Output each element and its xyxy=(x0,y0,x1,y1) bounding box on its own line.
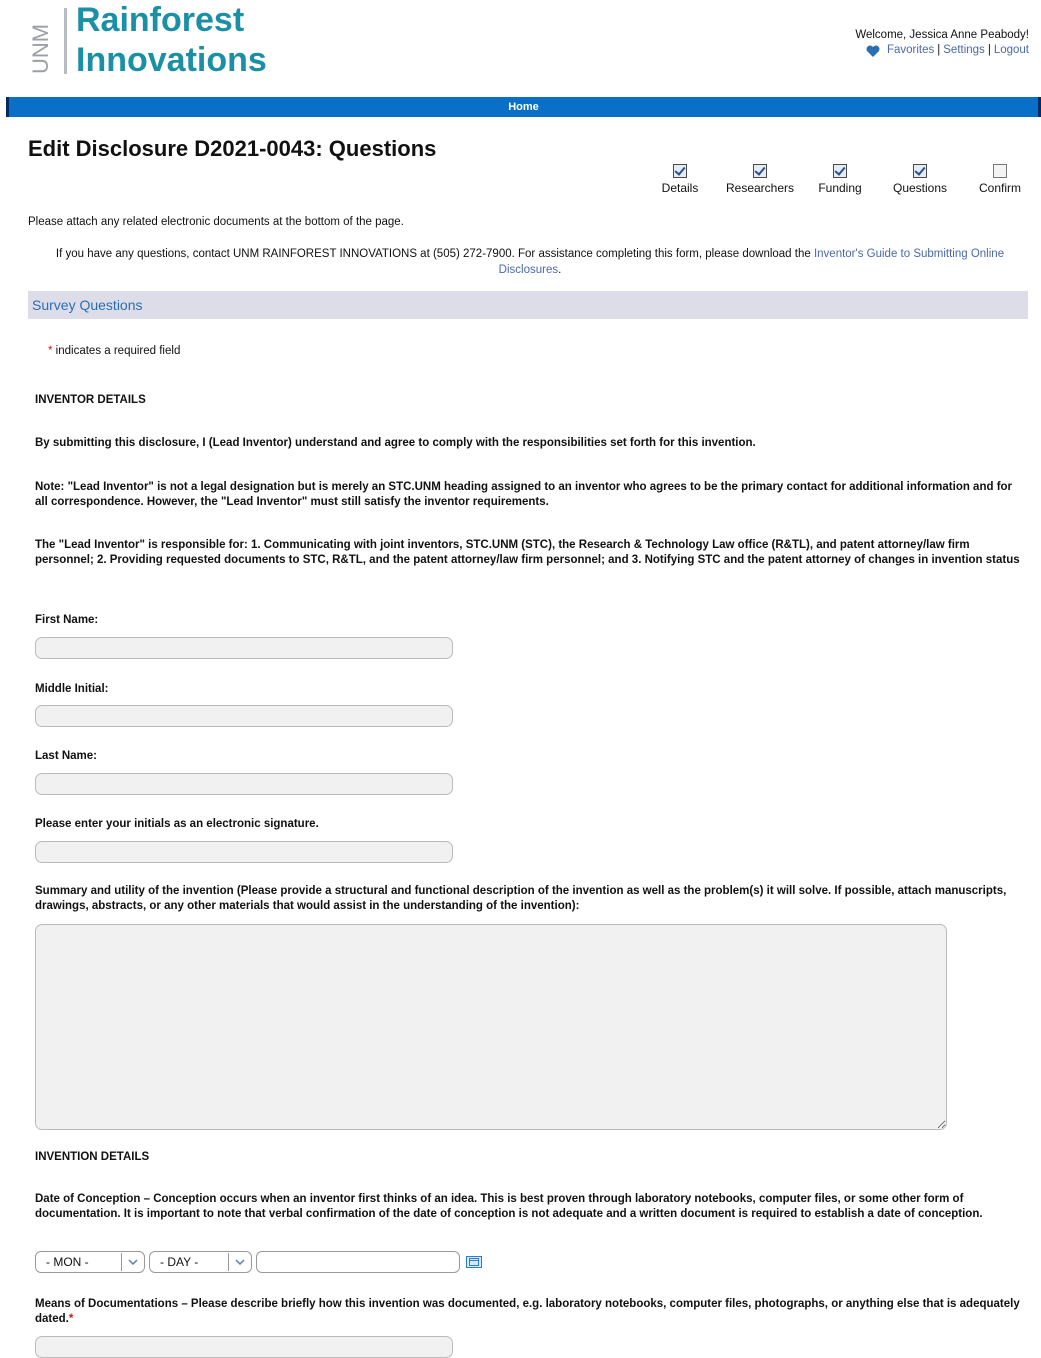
step-label: Researchers xyxy=(725,181,795,195)
step-label: Questions xyxy=(892,181,948,195)
step-checkbox-icon xyxy=(833,164,847,178)
unm-mark-icon: UNM xyxy=(28,24,53,74)
required-note-text: indicates a required field xyxy=(52,345,181,357)
nav-home-link[interactable]: Home xyxy=(9,97,1038,117)
date-of-conception-label: Date of Conception – Conception occurs w… xyxy=(35,1193,983,1220)
settings-link[interactable]: Settings xyxy=(943,43,985,58)
step-label: Funding xyxy=(818,181,862,195)
contact-text: If you have any questions, contact UNM R… xyxy=(55,248,814,260)
survey-questions-header: Survey Questions xyxy=(28,291,1028,319)
heart-icon xyxy=(866,45,880,57)
middle-initial-label: Middle Initial: xyxy=(35,683,109,695)
chevron-down-icon xyxy=(228,1253,251,1271)
logo-divider xyxy=(64,8,67,74)
favorites-link[interactable]: Favorites xyxy=(887,43,934,58)
agree-statement: By submitting this disclosure, I (Lead I… xyxy=(35,437,756,449)
last-name-input[interactable] xyxy=(35,773,453,795)
welcome-text: Welcome, Jessica Anne Peabody! xyxy=(855,29,1029,41)
summary-label: Summary and utility of the invention (Pl… xyxy=(35,885,1007,912)
lead-inventor-responsibilities: The "Lead Inventor" is responsible for: … xyxy=(35,539,1020,566)
middle-initial-input[interactable] xyxy=(35,705,453,727)
step-checkbox-icon xyxy=(913,164,927,178)
initials-label: Please enter your initials as an electro… xyxy=(35,818,319,830)
link-separator: | xyxy=(987,44,991,56)
step-researchers[interactable]: Researchers xyxy=(720,164,800,195)
step-label: Confirm xyxy=(978,181,1021,195)
documentation-label-text: Means of Documentations – Please describ… xyxy=(35,1298,1020,1325)
summary-textarea[interactable] xyxy=(35,924,947,1130)
year-input[interactable] xyxy=(256,1251,460,1273)
day-select[interactable]: - DAY - xyxy=(149,1251,252,1273)
step-confirm[interactable]: Confirm xyxy=(960,164,1040,195)
lead-inventor-note: Note: "Lead Inventor" is not a legal des… xyxy=(35,481,1013,508)
main-nav-bar: Home xyxy=(6,97,1041,117)
step-questions[interactable]: Questions xyxy=(880,164,960,195)
attach-note: Please attach any related electronic doc… xyxy=(28,216,404,228)
initials-signature-input[interactable] xyxy=(35,841,453,863)
month-select[interactable]: - MON - xyxy=(35,1251,145,1273)
contact-text-end: . xyxy=(558,264,562,276)
step-checkbox-icon xyxy=(753,164,767,178)
page-title: Edit Disclosure D2021-0043: Questions xyxy=(28,136,437,161)
calendar-icon[interactable] xyxy=(466,1256,482,1268)
documentation-input[interactable] xyxy=(35,1336,453,1358)
day-select-value: - DAY - xyxy=(160,1255,199,1269)
link-separator: | xyxy=(937,44,941,56)
brand-line-2: Innovations xyxy=(76,41,267,79)
brand-line-1: Rainforest xyxy=(76,1,245,39)
conception-date-row: - MON - - DAY - xyxy=(35,1251,482,1273)
first-name-label: First Name: xyxy=(35,614,99,626)
step-checkbox-icon xyxy=(993,164,1007,178)
month-select-value: - MON - xyxy=(46,1255,89,1269)
invention-details-heading: INVENTION DETAILS xyxy=(35,1151,150,1163)
required-field-note: * indicates a required field xyxy=(48,345,180,357)
means-of-documentation-label: Means of Documentations – Please describ… xyxy=(35,1297,1025,1327)
unm-mark-text: UNM xyxy=(28,24,53,74)
step-checkbox-icon xyxy=(673,164,687,178)
progress-steps: Details Researchers Funding Questions Co… xyxy=(640,164,1040,195)
user-panel: Welcome, Jessica Anne Peabody! Favorites… xyxy=(855,28,1029,58)
chevron-down-icon xyxy=(121,1253,144,1271)
first-name-input[interactable] xyxy=(35,637,453,659)
last-name-label: Last Name: xyxy=(35,750,97,762)
inventor-details-heading: INVENTOR DETAILS xyxy=(35,394,146,406)
step-label: Details xyxy=(661,181,699,195)
step-details[interactable]: Details xyxy=(640,164,720,195)
required-star: * xyxy=(68,1313,74,1325)
contact-note: If you have any questions, contact UNM R… xyxy=(40,246,1020,278)
step-funding[interactable]: Funding xyxy=(800,164,880,195)
logout-link[interactable]: Logout xyxy=(994,43,1029,58)
user-links: Favorites | Settings | Logout xyxy=(855,43,1029,58)
